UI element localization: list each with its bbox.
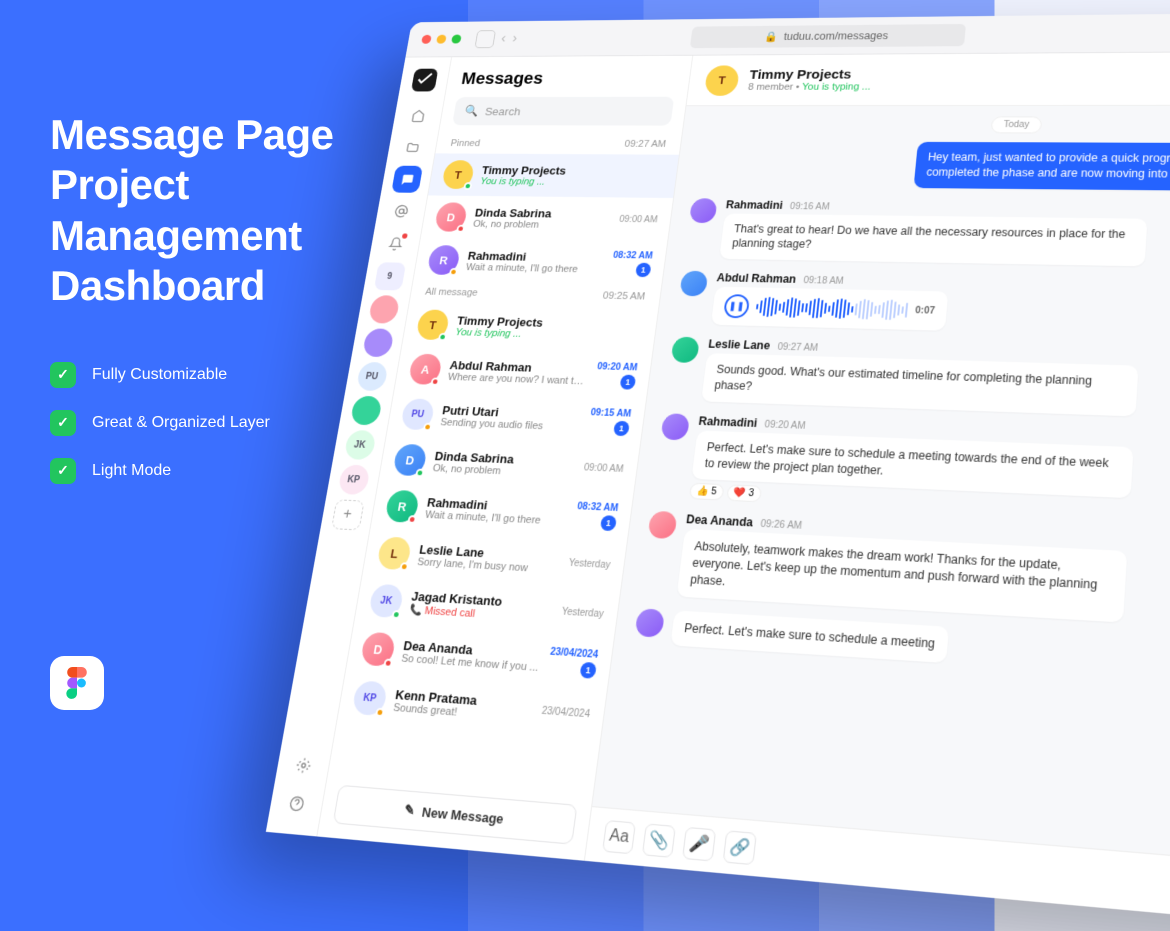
avatar: D xyxy=(360,632,397,667)
avatar: R xyxy=(427,245,461,275)
home-icon[interactable] xyxy=(402,103,433,129)
attachment-icon[interactable]: 📎 xyxy=(642,823,676,858)
avatar xyxy=(679,271,708,297)
avatar: T xyxy=(415,309,450,340)
message-bubble: That's great to hear! Do we have all the… xyxy=(719,213,1147,266)
back-icon[interactable]: ‹ xyxy=(500,31,507,46)
url-bar[interactable]: 🔒tuduu.com/messages xyxy=(690,23,966,47)
avatar: R xyxy=(384,490,420,523)
conversation-item[interactable]: RRahmadiniWait a minute, I'll go there08… xyxy=(413,238,667,286)
promo-panel: Message Page Project Management Dashboar… xyxy=(50,110,334,506)
app-logo[interactable] xyxy=(411,69,438,92)
avatar[interactable] xyxy=(367,295,399,324)
promo-title: Message Page Project Management Dashboar… xyxy=(50,110,334,312)
search-input[interactable]: 🔍Search xyxy=(452,97,674,126)
count-badge: 9 xyxy=(373,262,405,290)
link-icon[interactable]: 🔗 xyxy=(723,830,757,865)
conversation-item[interactable]: TTimmy ProjectsYou is typing ... xyxy=(428,153,679,198)
conversation-item[interactable]: DDinda SabrinaOk, no problem09:00 AM xyxy=(421,195,673,241)
reaction[interactable]: ❤️ 3 xyxy=(726,485,762,503)
avatar-initials[interactable]: KP xyxy=(337,464,370,495)
check-icon: ✓ xyxy=(50,458,76,484)
check-icon: ✓ xyxy=(50,410,76,436)
mentions-icon[interactable] xyxy=(385,198,417,225)
close-dot[interactable] xyxy=(421,35,432,44)
avatar xyxy=(689,198,718,223)
avatar xyxy=(671,337,700,363)
avatar: D xyxy=(392,444,427,477)
reaction[interactable]: 👍 5 xyxy=(689,483,724,501)
avatar xyxy=(635,608,666,638)
browser-toolbar: ‹› 🔒tuduu.com/messages ◑ xyxy=(405,12,1170,58)
avatar: PU xyxy=(400,398,435,430)
messages-icon[interactable] xyxy=(391,166,423,193)
avatar: T xyxy=(704,65,740,95)
avatar xyxy=(647,511,677,539)
avatar: T xyxy=(441,160,475,189)
sidebar-title: Messages xyxy=(445,56,692,97)
message-bubble: Perfect. Let's make sure to schedule a m… xyxy=(670,610,948,662)
add-icon[interactable]: + xyxy=(331,499,365,530)
forward-icon[interactable]: › xyxy=(511,31,518,46)
compose-icon: ✎ xyxy=(403,802,416,819)
dashboard-window: ‹› 🔒tuduu.com/messages ◑ 9 PU JK KP + xyxy=(266,12,1170,931)
day-divider: Today xyxy=(701,120,1170,131)
voice-message[interactable]: ❚❚0:07 xyxy=(711,287,948,331)
minimize-dot[interactable] xyxy=(436,35,447,44)
feature-item: ✓Light Mode xyxy=(50,458,334,484)
play-icon[interactable]: ❚❚ xyxy=(723,294,750,318)
avatar: A xyxy=(408,354,443,385)
search-icon: 🔍 xyxy=(464,105,480,118)
mic-icon[interactable]: 🎤 xyxy=(682,826,716,861)
check-icon: ✓ xyxy=(50,362,76,388)
folder-icon[interactable] xyxy=(396,134,428,161)
feature-item: ✓Great & Organized Layer xyxy=(50,410,334,436)
conversation-item[interactable]: TTimmy ProjectsYou is typing ... xyxy=(402,302,658,353)
lock-icon: 🔒 xyxy=(764,30,779,42)
bell-icon[interactable] xyxy=(379,230,411,258)
avatar-initials[interactable]: JK xyxy=(343,430,376,460)
avatar[interactable] xyxy=(361,328,394,357)
feature-item: ✓Fully Customizable xyxy=(50,362,334,388)
message-bubble: Sounds good. What's our estimated timeli… xyxy=(701,353,1138,416)
sidebar-toggle-icon[interactable] xyxy=(475,30,496,48)
help-icon[interactable] xyxy=(279,786,314,821)
format-icon[interactable]: Aa xyxy=(602,819,636,853)
avatar: D xyxy=(434,202,468,231)
avatar: L xyxy=(376,536,412,570)
chat-header: T Timmy Projects 8 member • You is typin… xyxy=(686,51,1170,106)
message-bubble: Hey team, just wanted to provide a quick… xyxy=(913,142,1170,192)
figma-badge xyxy=(50,656,104,710)
maximize-dot[interactable] xyxy=(451,35,462,44)
avatar: JK xyxy=(368,584,404,618)
settings-icon[interactable] xyxy=(286,748,321,782)
avatar: KP xyxy=(351,680,388,716)
message-thread[interactable]: Today Hey team, just wanted to provide a… xyxy=(592,106,1170,871)
avatar[interactable] xyxy=(349,396,382,426)
avatar-initials[interactable]: PU xyxy=(355,362,388,391)
avatar xyxy=(660,413,690,440)
